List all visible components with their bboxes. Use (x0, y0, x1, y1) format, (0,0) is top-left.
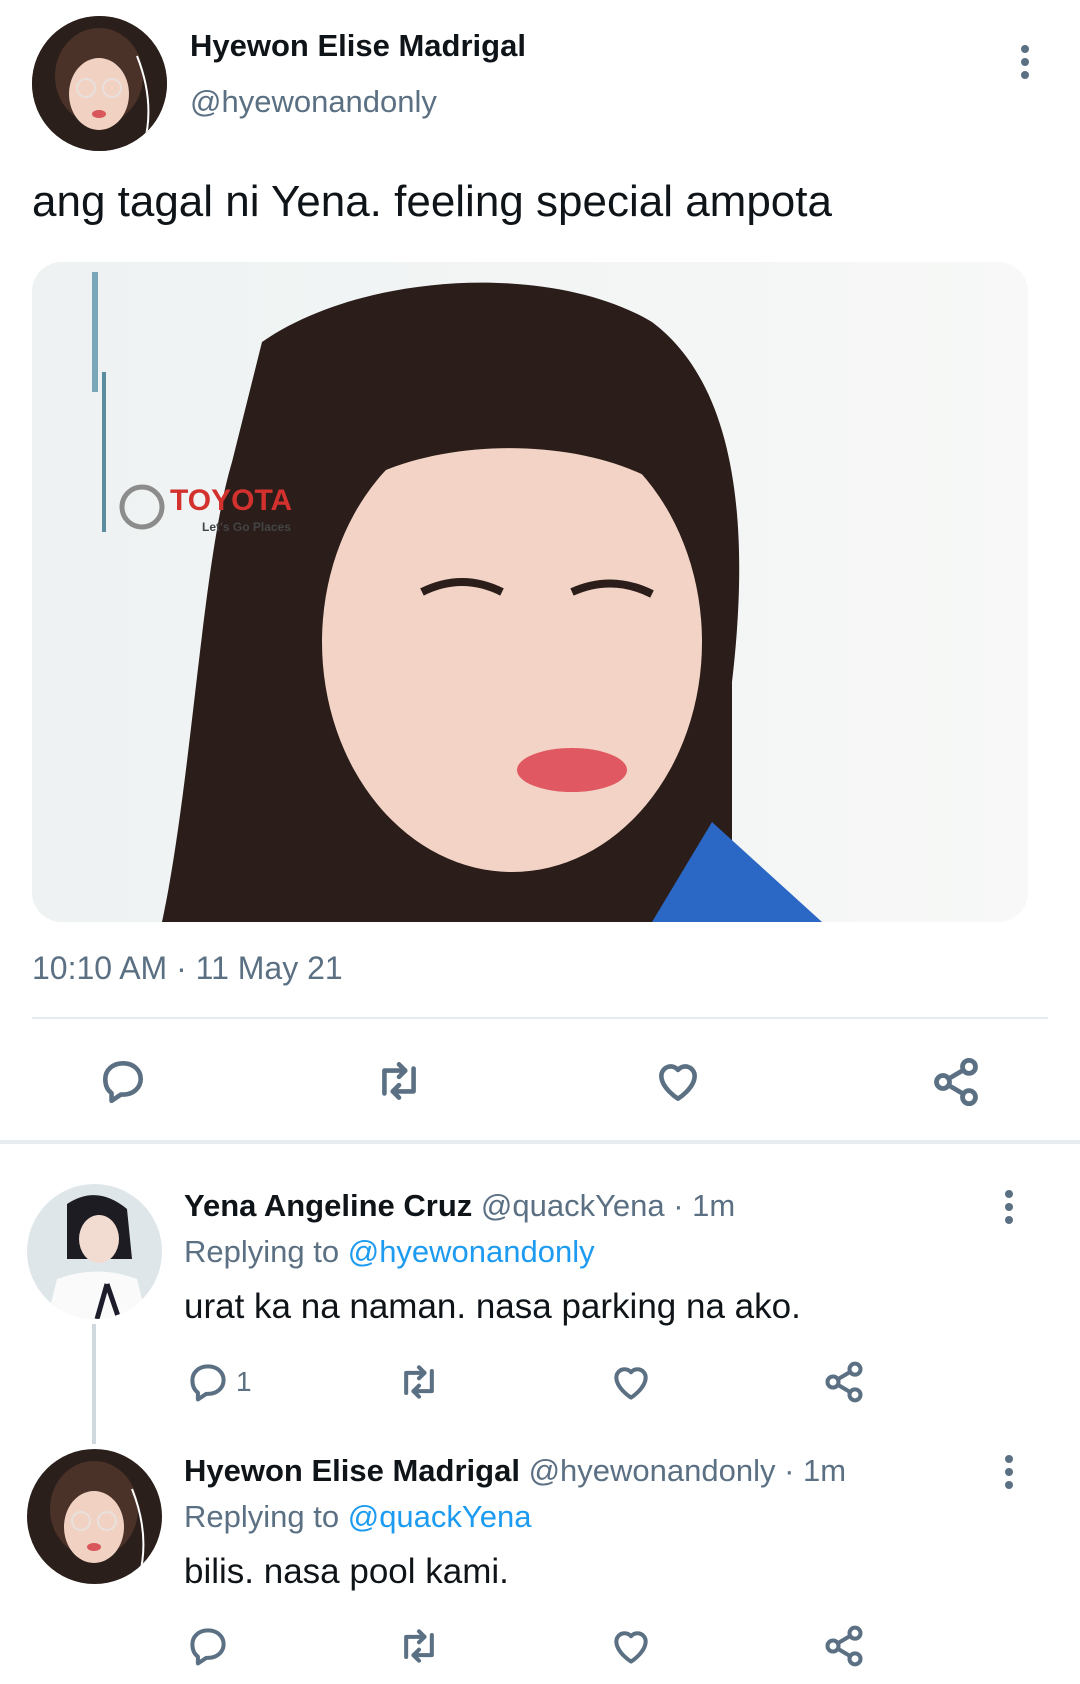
reply-header: Hyewon Elise Madrigal @hyewonandonly · 1… (184, 1453, 846, 1489)
reply-header: Yena Angeline Cruz @quackYena · 1m (184, 1188, 735, 1224)
reply-icon (190, 1364, 226, 1402)
reply-text: urat ka na naman. nasa parking na ako. (184, 1287, 801, 1326)
tweet-media[interactable]: TOYOTA Let's Go Places (32, 262, 1028, 922)
more-icon[interactable] (1019, 45, 1031, 79)
like-icon (614, 1631, 648, 1664)
reply-icon (103, 1061, 143, 1104)
author-handle[interactable]: @hyewonandonly (190, 84, 437, 120)
reply-button[interactable] (186, 1624, 230, 1668)
like-icon (614, 1367, 648, 1400)
reply-time: · 1m (673, 1188, 736, 1223)
reply-text: bilis. nasa pool kami. (184, 1552, 509, 1591)
share-button[interactable] (930, 1056, 982, 1108)
retweet-icon (404, 1629, 434, 1663)
author-avatar[interactable] (32, 16, 167, 151)
reply-avatar[interactable] (27, 1449, 162, 1584)
like-button[interactable] (609, 1360, 653, 1404)
replying-to-handle[interactable]: @quackYena (348, 1499, 532, 1534)
tweet-timestamp[interactable]: 10:10 AM · 11 May 21 (32, 950, 343, 987)
media-watermark-text: TOYOTA (170, 484, 293, 517)
share-icon (825, 1625, 863, 1667)
thread-line (92, 1324, 96, 1444)
replying-to-label: Replying to (184, 1234, 340, 1269)
share-icon (825, 1361, 863, 1403)
section-divider (0, 1140, 1080, 1144)
retweet-icon (382, 1062, 416, 1100)
more-icon[interactable] (1003, 1455, 1015, 1489)
divider (32, 1017, 1048, 1019)
more-icon[interactable] (1003, 1190, 1015, 1224)
share-button[interactable] (822, 1360, 866, 1404)
reply-button[interactable] (98, 1056, 148, 1106)
like-button[interactable] (609, 1624, 653, 1668)
replying-to-label: Replying to (184, 1499, 340, 1534)
reply-author-handle[interactable]: @hyewonandonly (529, 1453, 776, 1488)
reply-avatar[interactable] (27, 1184, 162, 1319)
replying-to: Replying to @quackYena (184, 1499, 531, 1535)
replying-to-handle[interactable]: @hyewonandonly (348, 1234, 595, 1269)
tweet-text: ang tagal ni Yena. feeling special ampot… (32, 177, 832, 226)
reply-time: · 1m (784, 1453, 847, 1488)
replying-to: Replying to @hyewonandonly (184, 1234, 595, 1270)
author-name[interactable]: Hyewon Elise Madrigal (190, 28, 526, 64)
reply-author-name[interactable]: Yena Angeline Cruz (184, 1188, 472, 1223)
retweet-button[interactable] (396, 1360, 442, 1404)
retweet-icon (404, 1365, 434, 1399)
media-watermark-subtext: Let's Go Places (202, 520, 291, 534)
share-button[interactable] (822, 1624, 866, 1668)
like-button[interactable] (652, 1056, 704, 1106)
reply-icon (190, 1628, 226, 1666)
share-icon (934, 1057, 978, 1107)
reply-author-handle[interactable]: @quackYena (481, 1188, 665, 1223)
reply-author-name[interactable]: Hyewon Elise Madrigal (184, 1453, 520, 1488)
retweet-button[interactable] (372, 1056, 426, 1106)
reply-button[interactable]: 1 (186, 1360, 252, 1404)
like-icon (659, 1064, 697, 1101)
reply-count: 1 (236, 1366, 252, 1397)
retweet-button[interactable] (396, 1624, 442, 1668)
